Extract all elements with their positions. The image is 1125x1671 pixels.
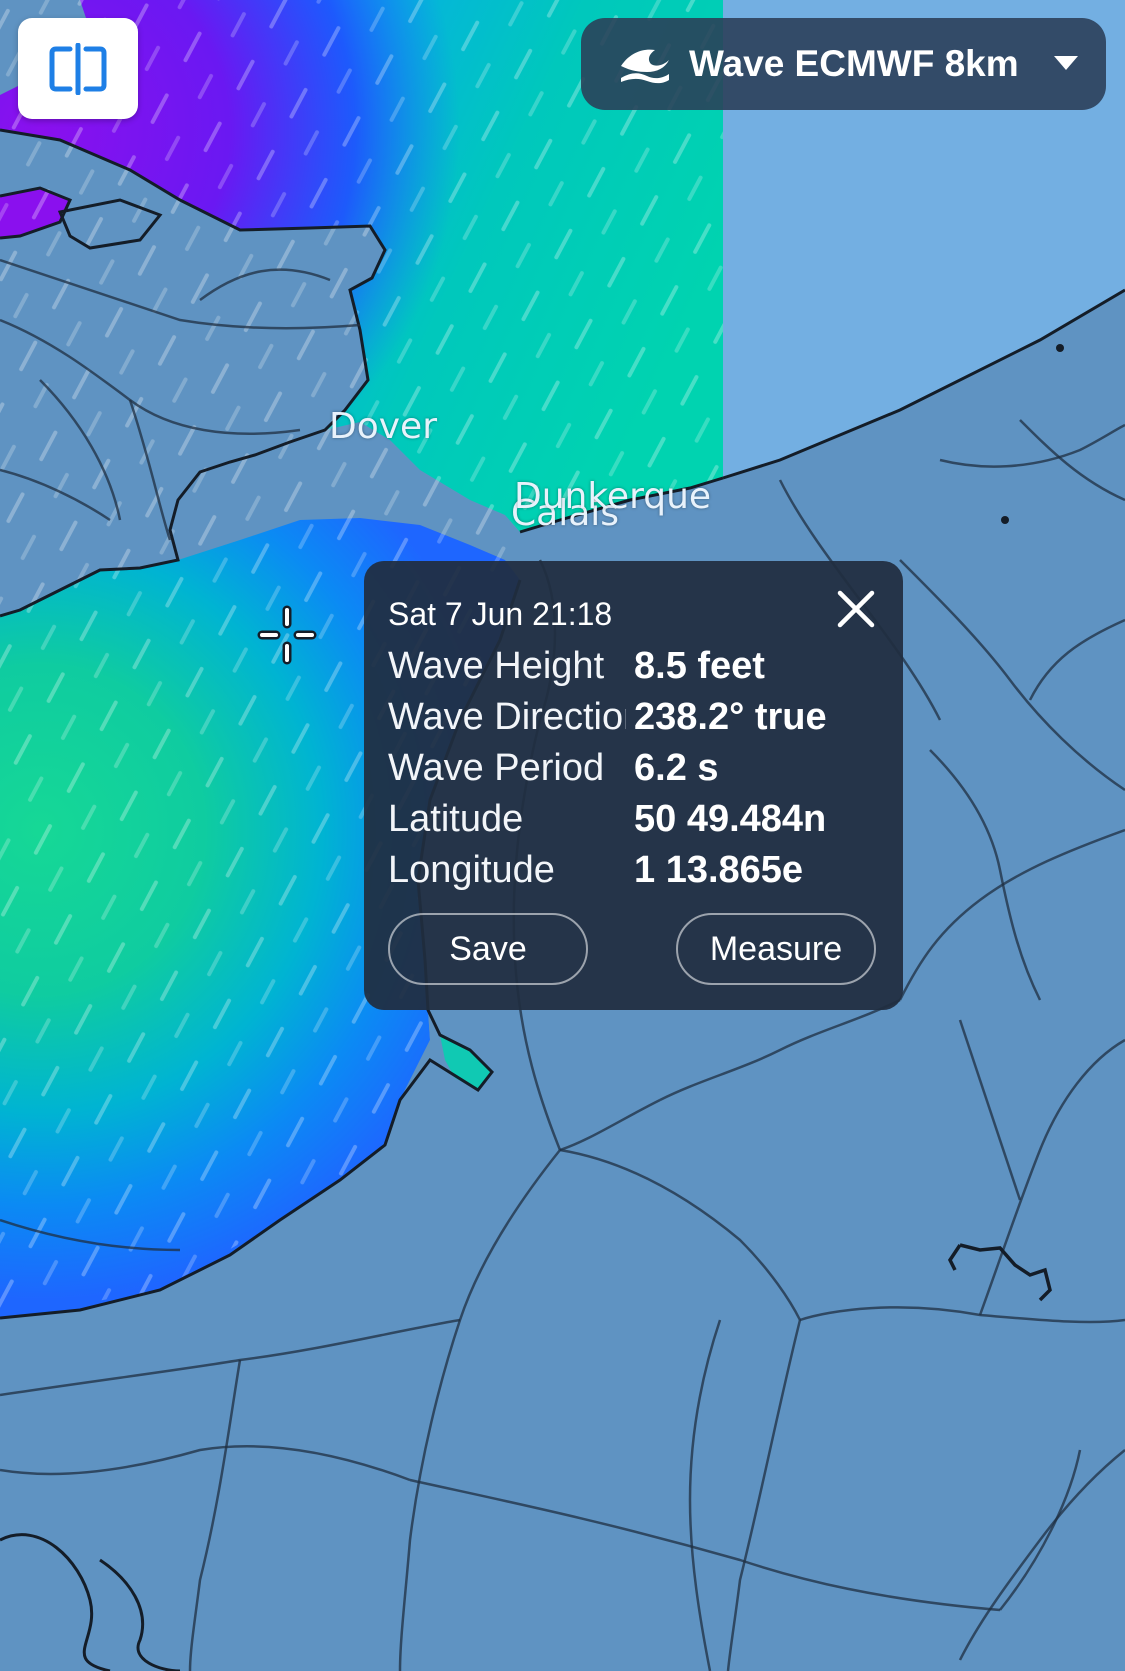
close-icon[interactable]	[836, 589, 876, 629]
place-label-dunkerque: Dunkerque	[514, 476, 712, 517]
info-label: Wave Height	[388, 645, 605, 687]
crosshair-icon	[257, 605, 317, 665]
point-info-popup: Sat 7 Jun 21:18 Wave Height 8.5 feet Wav…	[364, 561, 903, 1010]
info-label: Latitude	[388, 798, 524, 840]
info-row-longitude: Longitude 1 13.865e	[388, 849, 888, 899]
split-map-icon	[49, 42, 107, 95]
info-value: 50 49.484n	[634, 798, 827, 840]
info-row-wave-height: Wave Height 8.5 feet	[388, 645, 888, 695]
info-value: 8.5 feet	[634, 645, 765, 687]
info-label: Wave Direction	[388, 696, 626, 738]
waves-icon	[621, 49, 669, 84]
info-row-latitude: Latitude 50 49.484n	[388, 798, 888, 848]
info-label: Wave Period	[388, 747, 605, 789]
save-button[interactable]: Save	[388, 913, 588, 985]
measure-button[interactable]: Measure	[676, 913, 876, 985]
app-logo-button[interactable]	[18, 18, 138, 119]
info-value: 1 13.865e	[634, 849, 804, 891]
forecast-timestamp: Sat 7 Jun 21:18	[388, 596, 613, 632]
info-label: Longitude	[388, 849, 555, 891]
layer-selector-dropdown[interactable]: Wave ECMWF 8km	[581, 18, 1106, 110]
chevron-down-icon	[1054, 56, 1078, 70]
info-row-wave-period: Wave Period 6.2 s	[388, 747, 888, 797]
info-value: 6.2 s	[634, 747, 719, 789]
info-value: 238.2° true	[634, 696, 827, 738]
place-label-dover: Dover	[329, 406, 437, 447]
info-row-wave-direction: Wave Direction 238.2° true	[388, 696, 888, 746]
layer-name-label: Wave ECMWF 8km	[689, 43, 1019, 84]
